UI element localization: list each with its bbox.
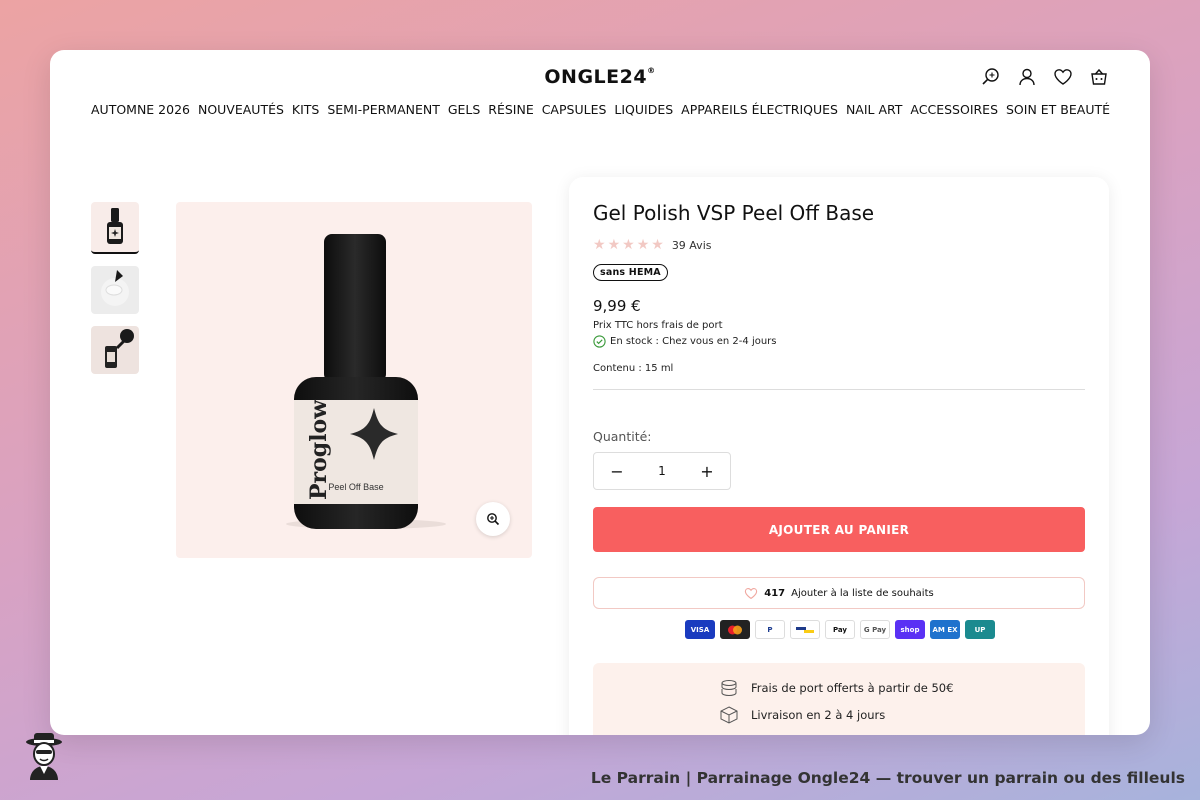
shop-pay-icon: shop [895, 620, 925, 639]
review-count[interactable]: 39 Avis [672, 239, 712, 252]
nav-item-nouveautes[interactable]: NOUVEAUTÉS [198, 102, 284, 117]
delivery-row: Livraison en 2 à 4 jours [719, 706, 885, 724]
header-icons [980, 66, 1110, 88]
thumbnail-3[interactable] [91, 326, 139, 374]
shipping-info-box: Frais de port offerts à partir de 50€ Li… [593, 663, 1085, 735]
zoom-icon [487, 513, 500, 526]
product-main-image[interactable]: Proglow Peel Off Base [176, 202, 532, 558]
nav-item-semi-permanent[interactable]: SEMI-PERMANENT [327, 102, 440, 117]
free-shipping-row: Frais de port offerts à partir de 50€ [719, 679, 953, 697]
quantity-label: Quantité: [593, 429, 652, 444]
bancontact-icon [790, 620, 820, 639]
amex-icon: AM EX [930, 620, 960, 639]
quantity-value[interactable]: 1 [658, 464, 666, 478]
add-to-cart-button[interactable]: AJOUTER AU PANIER [593, 507, 1085, 552]
zoom-button[interactable] [476, 502, 510, 536]
paypal-icon: P [755, 620, 785, 639]
footer-caption: Le Parrain | Parrainage Ongle24 — trouve… [590, 769, 1185, 787]
mastercard-icon [720, 620, 750, 639]
star-icon: ★ [636, 237, 650, 253]
star-icon: ★ [607, 237, 621, 253]
heart-icon[interactable] [1052, 66, 1074, 88]
wishlist-label: Ajouter à la liste de souhaits [791, 587, 934, 599]
product-title: Gel Polish VSP Peel Off Base [593, 201, 875, 225]
thumbnail-1[interactable] [91, 202, 139, 254]
wishlist-count: 417 [764, 587, 786, 599]
product-bottle-image: Proglow Peel Off Base [286, 234, 446, 529]
tax-note: Prix TTC hors frais de port [593, 320, 723, 331]
star-icon: ★ [622, 237, 635, 253]
google-pay-icon: G Pay [860, 620, 890, 639]
product-rating[interactable]: ★ ★ ★ ★ ★ 39 Avis [593, 237, 711, 253]
nav-item-resine[interactable]: RÉSINE [488, 102, 533, 117]
nav-item-capsules[interactable]: CAPSULES [542, 102, 607, 117]
product-price: 9,99 € [593, 297, 641, 315]
quantity-increase-button[interactable]: + [700, 462, 714, 481]
stock-text: En stock : Chez vous en 2-4 jours [610, 336, 777, 347]
free-shipping-text: Frais de port offerts à partir de 50€ [751, 681, 954, 695]
product-content: Contenu : 15 ml [593, 363, 674, 374]
stock-status: En stock : Chez vous en 2-4 jours [593, 335, 777, 348]
heart-outline-icon [745, 587, 758, 599]
visa-icon: VISA [685, 620, 715, 639]
search-icon[interactable] [980, 66, 1002, 88]
nav-item-kits[interactable]: KITS [292, 102, 319, 117]
parrain-mascot-logo [18, 730, 70, 782]
payment-methods: VISA P Pay G Pay shop AM EX UP [685, 620, 995, 639]
package-icon [720, 706, 738, 724]
main-navigation: AUTOMNE 2026 NOUVEAUTÉS KITS SEMI-PERMAN… [91, 102, 1110, 117]
star-icon: ★ [593, 237, 606, 253]
nav-item-nail-art[interactable]: NAIL ART [846, 102, 903, 117]
bottle-product-label: Peel Off Base [328, 482, 383, 492]
wishlist-button[interactable]: 417 Ajouter à la liste de souhaits [593, 577, 1085, 609]
cart-icon[interactable] [1088, 66, 1110, 88]
check-circle-icon [593, 335, 606, 348]
nav-item-appareils[interactable]: APPAREILS ÉLECTRIQUES [681, 102, 838, 117]
nav-item-automne[interactable]: AUTOMNE 2026 [91, 102, 190, 117]
hema-free-badge: sans HEMA [593, 264, 668, 281]
product-info-card: Gel Polish VSP Peel Off Base ★ ★ ★ ★ ★ 3… [569, 177, 1109, 735]
thumbnail-2[interactable] [91, 266, 139, 314]
apple-pay-icon: Pay [825, 620, 855, 639]
unionpay-icon: UP [965, 620, 995, 639]
thumbnail-list [91, 202, 139, 386]
divider [593, 389, 1085, 390]
coins-icon [721, 680, 737, 697]
quantity-stepper: − 1 + [593, 452, 731, 490]
delivery-text: Livraison en 2 à 4 jours [751, 708, 886, 722]
star-icon: ★ [651, 237, 664, 253]
quantity-decrease-button[interactable]: − [610, 462, 624, 481]
nav-item-gels[interactable]: GELS [448, 102, 480, 117]
nav-item-soin-beaute[interactable]: SOIN ET BEAUTÉ [1006, 102, 1110, 117]
nav-item-accessoires[interactable]: ACCESSOIRES [910, 102, 998, 117]
account-icon[interactable] [1016, 66, 1038, 88]
nav-item-liquides[interactable]: LIQUIDES [614, 102, 673, 117]
browser-window: ONGLE24® AUTOMNE 2026 NOUVEAUTÉS KITS SE… [50, 50, 1150, 735]
